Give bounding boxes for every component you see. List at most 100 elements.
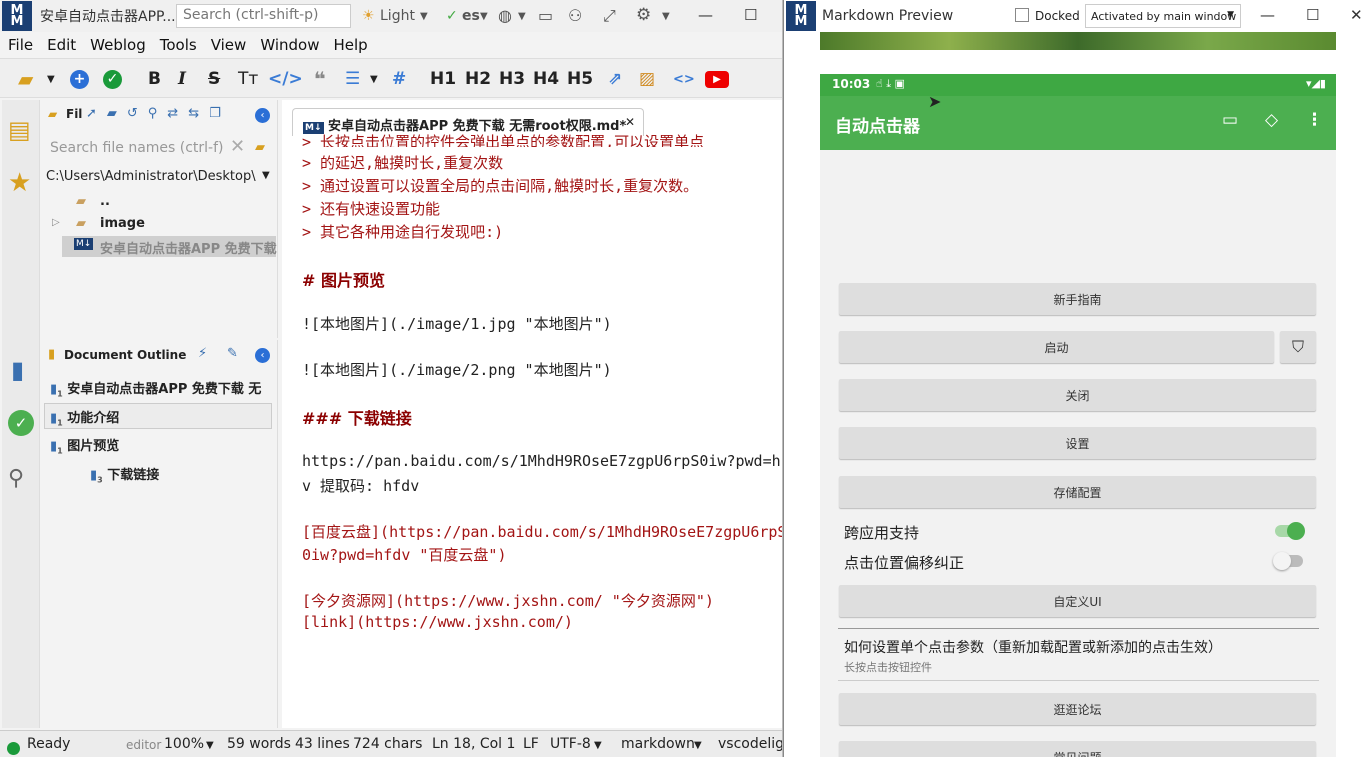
quote-icon[interactable]: ❝ bbox=[314, 67, 326, 91]
bookmark-icon[interactable]: ▮ bbox=[11, 356, 24, 384]
folder-tree-icon[interactable]: ▤ bbox=[8, 116, 31, 144]
gear-icon[interactable]: ⚙ bbox=[636, 5, 651, 25]
message-icon[interactable]: ▭ bbox=[1222, 110, 1238, 130]
image-icon[interactable]: ▨ bbox=[639, 67, 655, 91]
chevron-down-icon[interactable]: ▼ bbox=[262, 170, 270, 181]
folder-icon[interactable]: ▰ bbox=[255, 140, 265, 155]
check-circle-icon[interactable]: ✓ bbox=[8, 410, 34, 436]
h3-button[interactable]: H3 bbox=[499, 67, 525, 91]
save-icon[interactable]: ✓ bbox=[103, 69, 122, 89]
favorites-star-icon[interactable]: ★ bbox=[8, 168, 31, 198]
open-folder-icon[interactable]: ▰ bbox=[18, 67, 33, 91]
presentation-icon[interactable]: ⚇ bbox=[568, 6, 582, 25]
search-icon[interactable]: ⚲ bbox=[8, 466, 24, 491]
youtube-icon[interactable]: ▶ bbox=[705, 70, 729, 88]
toggle-knob bbox=[1287, 522, 1305, 540]
fullscreen-icon[interactable]: ⤢ bbox=[603, 6, 616, 26]
toggle-knob bbox=[1273, 552, 1291, 570]
file-item-image-folder[interactable]: image bbox=[100, 216, 145, 231]
monitor-icon[interactable]: ▭ bbox=[538, 6, 553, 25]
offset-correction-toggle[interactable] bbox=[1273, 552, 1303, 570]
menu-window[interactable]: Window bbox=[260, 36, 319, 54]
file-search-input[interactable]: Search file names (ctrl-f) bbox=[50, 140, 224, 156]
outline-item[interactable]: ▮3 下载链接 bbox=[90, 464, 159, 485]
shirt-icon[interactable]: ⛉ bbox=[1280, 331, 1316, 363]
chevron-right-icon[interactable]: ▷ bbox=[52, 217, 60, 228]
new-document-icon[interactable]: + bbox=[70, 69, 89, 89]
code-block-icon[interactable]: <> bbox=[673, 67, 695, 91]
start-button[interactable]: 启动 bbox=[839, 331, 1274, 363]
strikethrough-button[interactable]: S bbox=[208, 67, 220, 91]
command-search-input[interactable]: Search (ctrl-shift-p) bbox=[176, 4, 351, 28]
bold-button[interactable]: B bbox=[148, 67, 161, 91]
minimize-button[interactable]: — bbox=[698, 6, 713, 24]
sidebar-strip: ▤ ★ ▮ ✓ ⚲ bbox=[2, 100, 40, 728]
h1-button[interactable]: H1 bbox=[430, 67, 456, 91]
outline-item[interactable]: ▮1 图片预览 bbox=[50, 435, 119, 456]
collapse-panel-icon[interactable]: ‹ bbox=[255, 108, 270, 123]
faq-button[interactable]: 常见问题 bbox=[839, 741, 1316, 757]
edit-icon[interactable]: ✎ bbox=[227, 346, 238, 361]
line-ending[interactable]: LF bbox=[523, 736, 539, 752]
close-tab-icon[interactable]: ✕ bbox=[625, 115, 635, 129]
theme-dropdown[interactable]: Light bbox=[380, 8, 415, 24]
inline-code-icon[interactable]: </> bbox=[268, 67, 303, 91]
chevron-down-icon[interactable]: ▼ bbox=[370, 67, 378, 91]
outline-item[interactable]: ▮1 功能介绍 bbox=[50, 407, 119, 428]
editor-toolbar: ▰ ▼ + ✓ B I S Tт </> ❝ ☰ ▼ # H1 H2 H3 H4… bbox=[0, 58, 782, 98]
code-line: > 长按点击位置的控件会弹出单点的参数配置,可以设置单点 bbox=[302, 133, 705, 147]
folder-icon: ▰ bbox=[76, 216, 86, 231]
minimize-button[interactable]: — bbox=[1260, 6, 1275, 24]
custom-ui-button[interactable]: 自定义UI bbox=[839, 585, 1316, 617]
menu-view[interactable]: View bbox=[211, 36, 247, 54]
list-icon[interactable]: ☰ bbox=[345, 67, 360, 91]
encoding[interactable]: UTF-8 bbox=[550, 736, 591, 752]
check-icon: ✓ bbox=[446, 8, 458, 24]
spell-check-dropdown[interactable]: es bbox=[462, 8, 480, 24]
syntax-mode[interactable]: markdown bbox=[621, 736, 695, 752]
table-icon[interactable]: # bbox=[392, 67, 406, 91]
diamond-icon[interactable]: ◇ bbox=[1265, 110, 1278, 130]
clear-search-icon[interactable]: ✕ bbox=[230, 136, 245, 157]
link-icon[interactable]: ⇗ bbox=[608, 67, 622, 91]
more-options-icon[interactable]: ⋮ bbox=[1306, 110, 1323, 130]
globe-icon[interactable]: ◍ bbox=[498, 6, 512, 25]
chevron-down-icon[interactable]: ▼ bbox=[694, 740, 702, 751]
menu-weblog[interactable]: Weblog bbox=[90, 36, 146, 54]
maximize-button[interactable]: ☐ bbox=[744, 6, 757, 24]
outline-item[interactable]: ▮1 安卓自动点击器APP 免费下载 无 bbox=[50, 378, 261, 399]
docked-checkbox[interactable] bbox=[1015, 8, 1029, 22]
chevron-down-icon[interactable]: ▼ bbox=[206, 740, 214, 751]
storage-config-button[interactable]: 存储配置 bbox=[839, 476, 1316, 508]
menu-file[interactable]: File bbox=[8, 36, 33, 54]
file-item-parent[interactable]: .. bbox=[100, 194, 110, 209]
menu-edit[interactable]: Edit bbox=[47, 36, 76, 54]
forum-button[interactable]: 逛逛论坛 bbox=[839, 693, 1316, 725]
h5-button[interactable]: H5 bbox=[567, 67, 593, 91]
editor-theme[interactable]: vscodelight bbox=[718, 736, 782, 752]
markdown-monster-app-icon: MM bbox=[786, 1, 816, 31]
phone-screenshot: 10:03 ☝ ⤓ ▣ ▾◢▮ 自动点击器 ▭ ◇ ⋮ 新手指南 启动 ⛉ 关闭… bbox=[820, 74, 1336, 757]
h2-button[interactable]: H2 bbox=[465, 67, 491, 91]
cross-app-toggle[interactable] bbox=[1275, 522, 1305, 540]
settings-button[interactable]: 设置 bbox=[839, 427, 1316, 459]
refresh-outline-icon[interactable]: ⚡ bbox=[198, 346, 207, 361]
activation-mode-select[interactable]: Activated by main window ▼ bbox=[1085, 4, 1241, 28]
selected-file-row[interactable]: M↓ 安卓自动点击器APP 免费下载 bbox=[62, 236, 277, 257]
folder-path[interactable]: C:\Users\Administrator\Desktop\(MD) bbox=[46, 169, 256, 184]
menu-tools[interactable]: Tools bbox=[160, 36, 197, 54]
chevron-down-icon[interactable]: ▼ bbox=[594, 740, 602, 751]
h4-button[interactable]: H4 bbox=[533, 67, 559, 91]
chevron-down-icon[interactable]: ▼ bbox=[47, 67, 55, 91]
maximize-button[interactable]: ☐ bbox=[1306, 6, 1319, 24]
collapse-panel-icon[interactable]: ‹ bbox=[255, 348, 270, 363]
close-app-button[interactable]: 关闭 bbox=[839, 379, 1316, 411]
file-panel-toolbar-icons[interactable]: ➚▰↺⚲⇄⇆❐ bbox=[86, 106, 231, 121]
code-line: ![本地图片](./image/2.png "本地图片") bbox=[302, 361, 612, 379]
text-case-button[interactable]: Tт bbox=[238, 67, 258, 91]
zoom-level[interactable]: 100% bbox=[164, 736, 204, 752]
italic-button[interactable]: I bbox=[178, 67, 186, 91]
close-button[interactable]: ✕ bbox=[1350, 6, 1363, 24]
menu-help[interactable]: Help bbox=[333, 36, 367, 54]
guide-button[interactable]: 新手指南 bbox=[839, 283, 1316, 315]
